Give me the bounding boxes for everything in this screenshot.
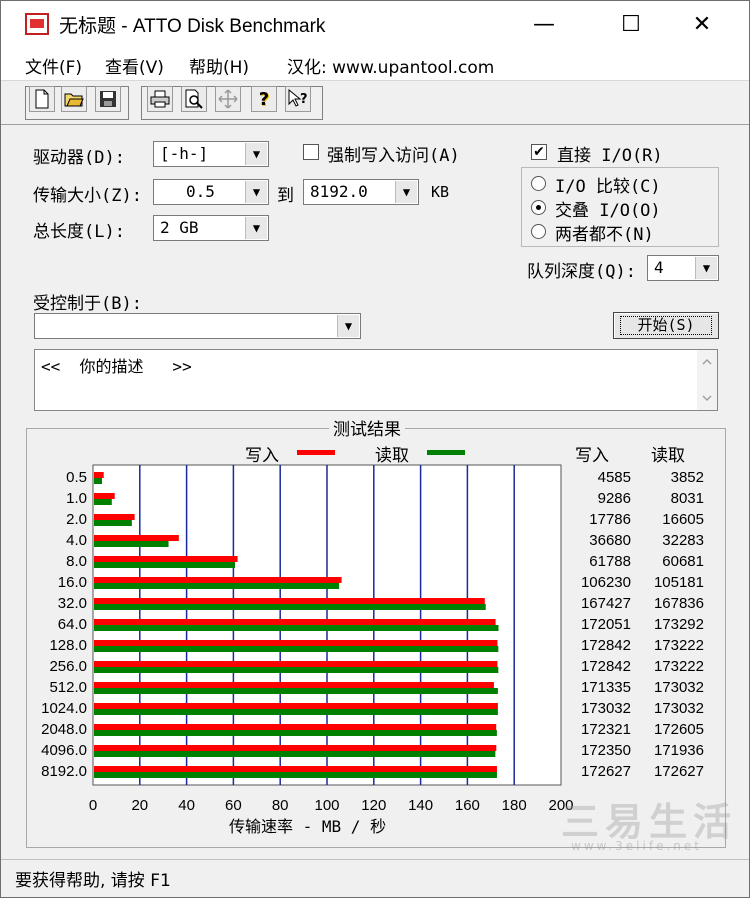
- watermark-url: www.3elife.net: [571, 839, 702, 853]
- write-value: 167427: [580, 595, 631, 612]
- read-value: 105181: [653, 574, 704, 591]
- write-bar: [94, 682, 494, 688]
- write-value: 106230: [580, 574, 631, 591]
- x-tick-label: 0: [88, 797, 98, 814]
- read-bar: [94, 499, 112, 505]
- write-value: 17786: [589, 511, 631, 528]
- read-bar: [94, 688, 498, 694]
- status-text: 要获得帮助, 请按 F1: [15, 871, 171, 891]
- write-bar: [94, 766, 497, 772]
- write-bar: [94, 493, 115, 499]
- write-value: 61788: [589, 553, 631, 570]
- read-bar: [94, 604, 486, 610]
- write-value: 172842: [580, 637, 631, 654]
- read-bar: [94, 730, 497, 736]
- category-label: 512.0: [49, 679, 87, 696]
- read-bar: [94, 667, 499, 673]
- read-bar: [94, 625, 499, 631]
- read-bar: [94, 520, 132, 526]
- write-value: 172350: [580, 742, 631, 759]
- write-value: 9286: [597, 490, 631, 507]
- write-bar: [94, 535, 179, 541]
- category-label: 8.0: [66, 553, 87, 570]
- read-value: 173222: [653, 637, 704, 654]
- category-label: 1.0: [66, 490, 87, 507]
- write-value: 171335: [580, 679, 631, 696]
- read-value: 173222: [653, 658, 704, 675]
- category-label: 1024.0: [41, 700, 87, 717]
- write-bar: [94, 724, 497, 730]
- read-value: 172605: [653, 721, 704, 738]
- read-value: 167836: [653, 595, 704, 612]
- write-bar: [94, 577, 342, 583]
- read-bar: [94, 583, 340, 589]
- read-value: 173032: [653, 700, 704, 717]
- category-label: 32.0: [57, 595, 87, 612]
- write-bar: [94, 661, 498, 667]
- write-value: 173032: [580, 700, 631, 717]
- read-value: 8031: [670, 490, 704, 507]
- read-bar: [94, 772, 497, 778]
- read-value: 173032: [653, 679, 704, 696]
- category-label: 0.5: [66, 469, 87, 486]
- x-tick-label: 140: [408, 797, 434, 814]
- write-value: 172051: [580, 616, 631, 633]
- write-bar: [94, 472, 104, 478]
- x-tick-label: 80: [271, 797, 289, 814]
- read-bar: [94, 541, 169, 547]
- write-value: 172321: [580, 721, 631, 738]
- x-tick-label: 160: [454, 797, 480, 814]
- write-value: 172842: [580, 658, 631, 675]
- x-tick-label: 100: [314, 797, 340, 814]
- category-label: 2.0: [66, 511, 87, 528]
- write-bar: [94, 619, 496, 625]
- read-bar: [94, 751, 496, 757]
- write-bar: [94, 703, 498, 709]
- read-value: 173292: [653, 616, 704, 633]
- category-label: 16.0: [57, 574, 87, 591]
- status-bar: 要获得帮助, 请按 F1: [1, 859, 749, 897]
- category-label: 2048.0: [41, 721, 87, 738]
- x-tick-label: 60: [225, 797, 242, 814]
- read-value: 16605: [662, 511, 704, 528]
- write-value: 36680: [589, 532, 631, 549]
- x-axis-label: 传输速率 - MB / 秒: [229, 817, 387, 836]
- write-bar: [94, 598, 485, 604]
- x-tick-label: 20: [131, 797, 149, 814]
- x-tick-label: 40: [178, 797, 195, 814]
- read-bar: [94, 709, 498, 715]
- write-value: 172627: [580, 763, 631, 780]
- write-bar: [94, 556, 238, 562]
- x-tick-label: 120: [361, 797, 387, 814]
- write-value: 4585: [597, 469, 631, 486]
- read-value: 3852: [670, 469, 704, 486]
- write-bar: [94, 745, 497, 751]
- read-value: 32283: [662, 532, 704, 549]
- read-value: 171936: [653, 742, 704, 759]
- read-value: 60681: [662, 553, 704, 570]
- read-value: 172627: [653, 763, 704, 780]
- x-tick-label: 180: [501, 797, 527, 814]
- read-bar: [94, 646, 499, 652]
- category-label: 64.0: [57, 616, 87, 633]
- category-label: 4096.0: [41, 742, 87, 759]
- category-label: 4.0: [66, 532, 87, 549]
- watermark-logo: 三易生活: [561, 800, 738, 844]
- write-bar: [94, 640, 498, 646]
- write-bar: [94, 514, 135, 520]
- read-bar: [94, 478, 103, 484]
- category-label: 128.0: [49, 637, 87, 654]
- category-label: 8192.0: [41, 763, 87, 780]
- category-label: 256.0: [49, 658, 87, 675]
- read-bar: [94, 562, 235, 568]
- app-window: 无标题 - ATTO Disk Benchmark — ☐ ✕ 文件(F) 查看…: [0, 0, 750, 898]
